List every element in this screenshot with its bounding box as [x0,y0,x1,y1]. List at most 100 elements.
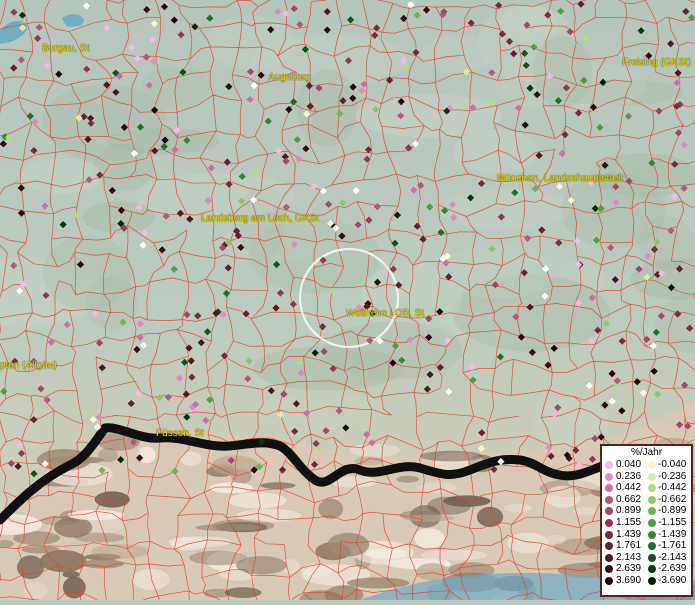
place-label-weilheim: Weilheim i.OB, St [346,308,425,319]
legend-swatch-negative [648,472,656,481]
legend-value-positive: 1.155 [616,516,642,528]
place-label-augsburg: Augsburg [268,72,311,83]
legend-swatch-negative [648,530,656,539]
legend-swatch-negative [648,576,656,585]
relief-patch [228,492,287,509]
relief-patch [427,496,471,515]
legend-value-negative: -3.690 [658,574,687,586]
relief-patch [236,556,287,575]
terrain-patch [136,173,295,219]
relief-patch [545,485,581,508]
relief-patch [23,581,48,599]
legend-title: %/Jahr [630,447,663,458]
relief-patch [403,514,456,522]
terrain-patch [42,235,133,310]
relief-patch [62,576,86,599]
legend-swatch-positive [605,484,613,493]
terrain-patch [532,36,592,108]
legend-rows: 0.040 -0.040 0.236 -0.236 0.442 -0.442 0.662 -0… [602,459,691,587]
place-label-fuessen: Füssen, St [156,428,204,439]
legend-swatch-negative [648,542,656,551]
legend: %/Jahr 0.040 -0.040 0.236 -0.236 0.442 -0.442… [600,444,693,597]
relief-patch [421,549,488,561]
relief-patch [132,568,170,590]
legend-value-positive: 3.690 [616,574,642,586]
legend-value-positive: 1.761 [616,540,642,552]
legend-value-negative: -2.639 [658,563,687,575]
legend-swatch-positive [605,576,613,585]
legend-value-positive: 2.639 [616,563,642,575]
place-label-burgau: Burgau, St [42,43,90,54]
place-label-freising: Freising (GKSt) [622,57,691,68]
legend-swatch-negative [648,461,656,469]
legend-swatch-positive [605,495,613,504]
terrain-patch [82,201,155,234]
legend-row: 2.143 -2.143 [602,552,691,564]
legend-value-negative: -0.899 [658,505,687,517]
place-label-landsberg: Landsberg am Lech, GKSt [201,213,319,224]
legend-value-negative: -0.442 [658,482,687,494]
legend-value-positive: 0.442 [616,482,642,494]
relief-patch [91,544,149,559]
legend-value-negative: -0.236 [658,470,687,482]
legend-swatch-positive [605,518,613,527]
legend-swatch-positive [605,565,613,574]
legend-row: 1.155 -1.155 [602,517,691,529]
terrain-patch [252,346,402,391]
relief-patch [138,446,156,464]
legend-swatch-negative [648,553,656,562]
legend-swatch-negative [648,565,656,574]
map-canvas[interactable] [0,0,695,605]
relief-patch [349,443,401,457]
legend-row: 0.662 -0.662 [602,494,691,506]
legend-row: 2.639 -2.639 [602,563,691,575]
legend-swatch-positive [605,542,613,551]
legend-value-negative: -0.040 [658,459,687,470]
legend-row: 0.040 -0.040 [602,459,691,471]
legend-value-positive: 0.899 [616,505,642,517]
legend-value-positive: 0.040 [616,459,642,470]
relief-patch [195,523,262,532]
legend-swatch-positive [605,507,613,516]
relief-patch [419,450,483,462]
legend-swatch-positive [605,553,613,562]
legend-row: 0.236 -0.236 [602,471,691,483]
legend-swatch-negative [648,507,656,516]
place-label-muenchen: München, Landeshauptstadt [497,173,624,184]
legend-value-negative: -2.143 [658,551,687,563]
legend-swatch-positive [605,461,613,469]
legend-swatch-negative [648,484,656,493]
terrain-patch [440,189,572,230]
legend-row: 1.439 -1.439 [602,529,691,541]
legend-swatch-negative [648,518,656,527]
legend-value-positive: 0.662 [616,493,642,505]
legend-swatch-positive [605,472,613,481]
relief-patch [54,517,93,538]
relief-patch [327,532,370,557]
legend-row: 0.442 -0.442 [602,482,691,494]
legend-value-positive: 1.439 [616,528,642,540]
legend-value-negative: -1.761 [658,540,687,552]
relief-patch [260,482,296,489]
relief-patch [365,548,408,559]
relief-patch [355,456,384,466]
relief-patch [39,550,87,573]
relief-patch [396,475,420,483]
relief-patch [300,564,333,577]
legend-value-positive: 0.236 [616,470,642,482]
legend-swatch-negative [648,495,656,504]
map[interactable]: Burgau, St Augsburg Freising (GKSt) Münc… [0,0,695,605]
relief-patch [507,532,549,554]
relief-patch [180,451,202,466]
relief-patch [503,503,533,513]
terrain-patch [355,94,502,138]
legend-row: 0.899 -0.899 [602,505,691,517]
relief-patch [476,506,504,527]
legend-value-negative: -1.155 [658,516,687,528]
legend-value-negative: -0.662 [658,493,687,505]
legend-row: 3.690 -3.690 [602,575,691,587]
relief-patch [21,546,60,554]
relief-patch [414,528,445,549]
legend-value-positive: 2.143 [616,551,642,563]
relief-patch [418,482,457,493]
